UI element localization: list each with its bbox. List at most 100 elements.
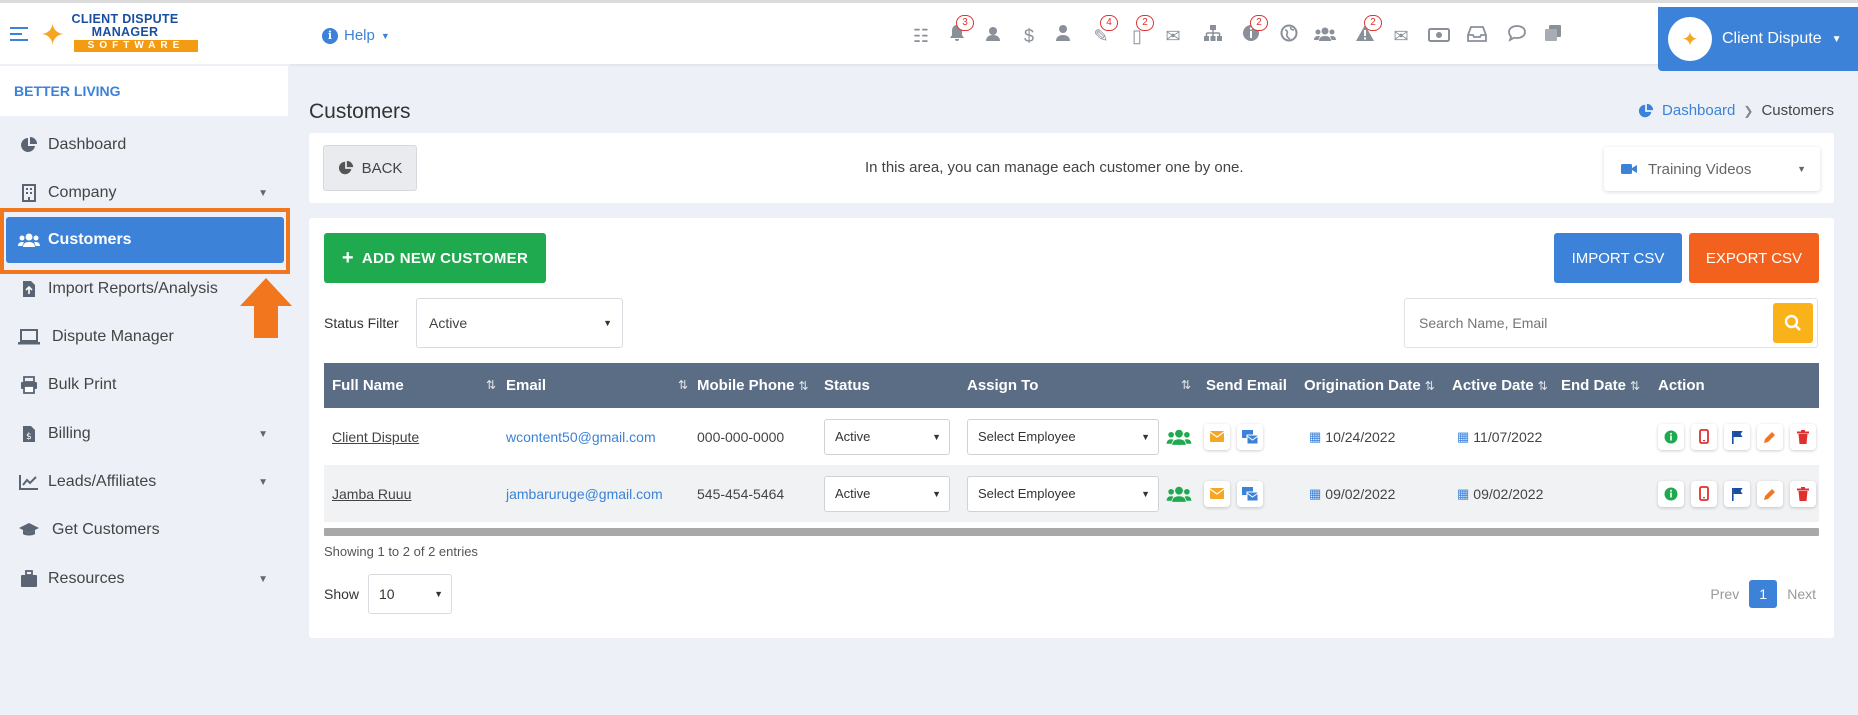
sidebar-item-resources[interactable]: Resources ▼ xyxy=(0,556,288,602)
mobile-button[interactable] xyxy=(1691,423,1717,450)
cell-send-email xyxy=(1204,465,1270,522)
sitemap-icon[interactable] xyxy=(1200,23,1226,49)
dollar-icon[interactable]: $ xyxy=(1016,23,1042,49)
cell-assign-to: Select Employee ▼ xyxy=(967,408,1159,465)
col-active-date[interactable]: Active Date ⇅ xyxy=(1452,363,1548,408)
envelope-icon[interactable]: ✉ xyxy=(1160,23,1186,49)
sidebar-item-leads-affiliates[interactable]: Leads/Affiliates ▼ xyxy=(0,459,288,505)
info-badge: 2 xyxy=(1250,15,1268,31)
customer-name-link[interactable]: Client Dispute xyxy=(332,429,419,445)
assign-employee-select[interactable]: Select Employee ▼ xyxy=(967,475,1159,512)
sidebar-item-customers[interactable]: Customers xyxy=(6,217,284,263)
support-agent-icon[interactable] xyxy=(980,23,1006,49)
send-sms-button[interactable] xyxy=(1237,480,1263,507)
sidebar-item-label: Dashboard xyxy=(48,136,127,153)
sort-icon[interactable]: ⇅ xyxy=(1181,363,1191,408)
col-end-date[interactable]: End Date ⇅ xyxy=(1561,363,1640,408)
info-button[interactable] xyxy=(1658,480,1684,507)
delete-button[interactable] xyxy=(1790,480,1816,507)
sidebar-item-billing[interactable]: $ Billing ▼ xyxy=(0,411,288,457)
col-assign-to[interactable]: Assign To xyxy=(967,363,1038,408)
cell-assign-users xyxy=(1166,408,1192,465)
send-email-button[interactable] xyxy=(1204,480,1230,507)
sidebar-item-company[interactable]: Company ▼ xyxy=(0,170,288,216)
header-label: End Date xyxy=(1561,377,1627,394)
users-icon[interactable] xyxy=(1166,428,1192,446)
menu-toggle-icon[interactable] xyxy=(10,27,28,41)
sidebar-item-get-customers[interactable]: Get Customers xyxy=(0,507,288,553)
status-select[interactable]: Active ▼ xyxy=(824,475,950,512)
sort-icon[interactable]: ⇅ xyxy=(678,363,688,408)
pie-chart-icon xyxy=(338,160,353,175)
add-new-customer-button[interactable]: + ADD NEW CUSTOMER xyxy=(324,233,546,283)
search-button[interactable] xyxy=(1773,303,1813,343)
app-logo[interactable]: ✦ CLIENT DISPUTE MANAGER SOFTWARE xyxy=(40,13,210,57)
next-page-button[interactable]: Next xyxy=(1787,586,1816,602)
bell-icon[interactable]: 3 xyxy=(944,15,974,49)
table-header: Full Name ⇅ Email ⇅ Mobile Phone ⇅ Status… xyxy=(324,363,1819,408)
warning-icon[interactable]: 2 xyxy=(1352,15,1382,49)
customer-email-link[interactable]: jambaruruge@gmail.com xyxy=(506,486,663,502)
chat-icon[interactable] xyxy=(1504,23,1530,49)
page-1-button[interactable]: 1 xyxy=(1749,580,1778,608)
pie-chart-icon xyxy=(1638,103,1654,117)
origination-date: 10/24/2022 xyxy=(1325,428,1396,445)
globe-svg xyxy=(1280,24,1298,42)
cell-assign-users xyxy=(1166,465,1192,522)
document-icon[interactable]: ▯ 2 xyxy=(1124,15,1154,49)
info-circle-icon[interactable]: 2 xyxy=(1238,15,1268,49)
edit-button[interactable] xyxy=(1757,423,1783,450)
sidebar-item-label: Resources xyxy=(48,570,125,587)
mailbox-icon[interactable]: ✉ xyxy=(1388,23,1414,49)
mobile-button[interactable] xyxy=(1691,480,1717,507)
assign-employee-select[interactable]: Select Employee ▼ xyxy=(967,418,1159,455)
training-videos-dropdown[interactable]: Training Videos ▼ xyxy=(1604,147,1820,191)
user-tie-icon[interactable] xyxy=(1050,23,1076,49)
sidebar-item-dashboard[interactable]: Dashboard xyxy=(0,122,288,168)
breadcrumb-dashboard-link[interactable]: Dashboard xyxy=(1662,102,1735,119)
horizontal-scrollbar[interactable] xyxy=(324,528,1819,536)
col-email[interactable]: Email xyxy=(506,363,546,408)
inbox-icon[interactable] xyxy=(1464,23,1490,49)
export-csv-button[interactable]: EXPORT CSV xyxy=(1689,233,1819,283)
task-list-icon[interactable]: ☷ xyxy=(908,23,934,49)
page-size-select[interactable]: 10 ▼ xyxy=(368,574,452,614)
search-input[interactable] xyxy=(1405,299,1775,347)
edit-button[interactable] xyxy=(1757,480,1783,507)
briefcase-icon xyxy=(18,568,40,590)
customer-name-link[interactable]: Jamba Ruuu xyxy=(332,486,411,502)
flag-button[interactable] xyxy=(1724,480,1750,507)
back-button[interactable]: BACK xyxy=(323,145,417,191)
prev-page-button[interactable]: Prev xyxy=(1710,586,1739,602)
users-svg xyxy=(18,233,40,247)
col-mobile-phone[interactable]: Mobile Phone ⇅ xyxy=(697,363,809,408)
send-email-button[interactable] xyxy=(1204,423,1230,450)
status-filter-select[interactable]: Active ▼ xyxy=(416,298,623,348)
header-label: Active Date xyxy=(1452,377,1534,394)
cell-active-date: ▦ 11/07/2022 xyxy=(1457,408,1542,465)
send-sms-button[interactable] xyxy=(1237,423,1263,450)
active-date: 09/02/2022 xyxy=(1473,485,1544,502)
col-full-name[interactable]: Full Name xyxy=(332,363,404,408)
sort-icon[interactable]: ⇅ xyxy=(486,363,496,408)
col-send-email: Send Email xyxy=(1206,363,1287,408)
tools-icon[interactable]: ✎ 4 xyxy=(1088,15,1118,49)
import-csv-button[interactable]: IMPORT CSV xyxy=(1554,233,1682,283)
user-menu[interactable]: ✦ Client Dispute ▼ xyxy=(1658,7,1858,71)
chevron-down-icon: ▼ xyxy=(258,187,268,199)
col-status[interactable]: Status xyxy=(824,363,870,408)
status-select[interactable]: Active ▼ xyxy=(824,418,950,455)
globe-icon[interactable] xyxy=(1276,23,1302,49)
help-menu[interactable]: i Help ▼ xyxy=(322,27,390,44)
copy-icon[interactable] xyxy=(1540,23,1566,49)
delete-button[interactable] xyxy=(1790,423,1816,450)
sidebar-item-bulk-print[interactable]: Bulk Print xyxy=(0,362,288,408)
users-icon[interactable] xyxy=(1166,485,1192,503)
chevron-down-icon: ▼ xyxy=(1797,164,1806,174)
customer-email-link[interactable]: wcontent50@gmail.com xyxy=(506,429,656,445)
money-bill-icon[interactable] xyxy=(1426,23,1452,49)
col-origination-date[interactable]: Origination Date ⇅ xyxy=(1304,363,1435,408)
users-icon[interactable] xyxy=(1312,23,1338,49)
info-button[interactable] xyxy=(1658,423,1684,450)
flag-button[interactable] xyxy=(1724,423,1750,450)
